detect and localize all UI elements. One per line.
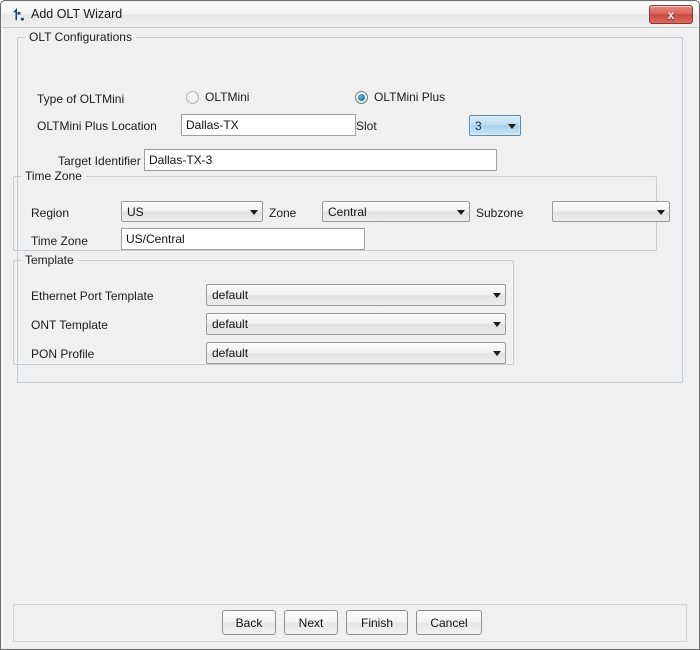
radio-oltmini-label: OLTMini: [205, 90, 250, 104]
zone-combo-value: Central: [328, 204, 367, 219]
ethernet-port-template-label: Ethernet Port Template: [31, 289, 154, 303]
slot-label: Slot: [356, 119, 377, 133]
radio-oltmini-indicator: [186, 90, 199, 104]
timezone-input[interactable]: US/Central: [121, 228, 365, 250]
radio-oltmini[interactable]: OLTMini: [186, 90, 249, 104]
dialog-button-bar: Back Next Finish Cancel: [13, 604, 687, 642]
chevron-down-icon: [504, 116, 520, 135]
chevron-down-icon: [489, 343, 505, 363]
pon-profile-label: PON Profile: [31, 347, 95, 361]
timezone-label: Time Zone: [31, 234, 88, 248]
pon-profile-combo[interactable]: default: [206, 342, 506, 364]
region-combo-value: US: [127, 204, 144, 219]
ethernet-port-template-combo[interactable]: default: [206, 284, 506, 306]
dialog-body: OLT Configurations Type of OLTMini OLTMi…: [3, 28, 697, 648]
subzone-combo[interactable]: [552, 201, 670, 222]
close-icon: x: [667, 7, 675, 22]
template-group-title: Template: [21, 253, 78, 267]
zone-combo[interactable]: Central: [322, 201, 470, 222]
ont-template-label: ONT Template: [31, 318, 108, 332]
radio-oltmini-plus-label: OLTMini Plus: [374, 90, 446, 104]
chevron-down-icon: [489, 314, 505, 334]
region-label: Region: [31, 206, 70, 220]
slot-combo-value: 3: [475, 118, 482, 133]
finish-button[interactable]: Finish: [346, 610, 408, 635]
subzone-label: Subzone: [476, 206, 524, 220]
oltmini-plus-location-input[interactable]: Dallas-TX: [181, 114, 356, 136]
window-title: Add OLT Wizard: [31, 7, 123, 21]
slot-combo[interactable]: 3: [469, 115, 521, 136]
ont-template-value: default: [212, 317, 249, 331]
pon-profile-value: default: [212, 346, 249, 360]
back-button[interactable]: Back: [222, 610, 276, 635]
oltmini-plus-location-label: OLTMini Plus Location: [37, 119, 157, 133]
chevron-down-icon: [489, 285, 505, 305]
wizard-icon: [10, 6, 28, 24]
chevron-down-icon: [453, 202, 469, 221]
next-button[interactable]: Next: [284, 610, 338, 635]
target-identifier-input[interactable]: Dallas-TX-3: [144, 149, 497, 171]
chevron-down-icon: [653, 202, 669, 221]
close-button[interactable]: x: [649, 5, 693, 24]
cancel-button[interactable]: Cancel: [416, 610, 482, 635]
add-olt-wizard-window: Add OLT Wizard x OLT Configurations Type…: [0, 0, 700, 650]
radio-oltmini-plus[interactable]: OLTMini Plus: [355, 90, 445, 104]
region-combo[interactable]: US: [121, 201, 263, 222]
chevron-down-icon: [246, 202, 262, 221]
ont-template-combo[interactable]: default: [206, 313, 506, 335]
olt-configurations-group-title: OLT Configurations: [25, 30, 136, 44]
title-bar: Add OLT Wizard x: [2, 2, 698, 28]
ethernet-port-template-value: default: [212, 288, 249, 302]
time-zone-group-title: Time Zone: [21, 169, 86, 183]
zone-label: Zone: [269, 206, 297, 220]
type-of-oltmini-label: Type of OLTMini: [37, 92, 125, 106]
target-identifier-label: Target Identifier: [58, 154, 141, 168]
radio-oltmini-plus-indicator: [355, 90, 368, 104]
